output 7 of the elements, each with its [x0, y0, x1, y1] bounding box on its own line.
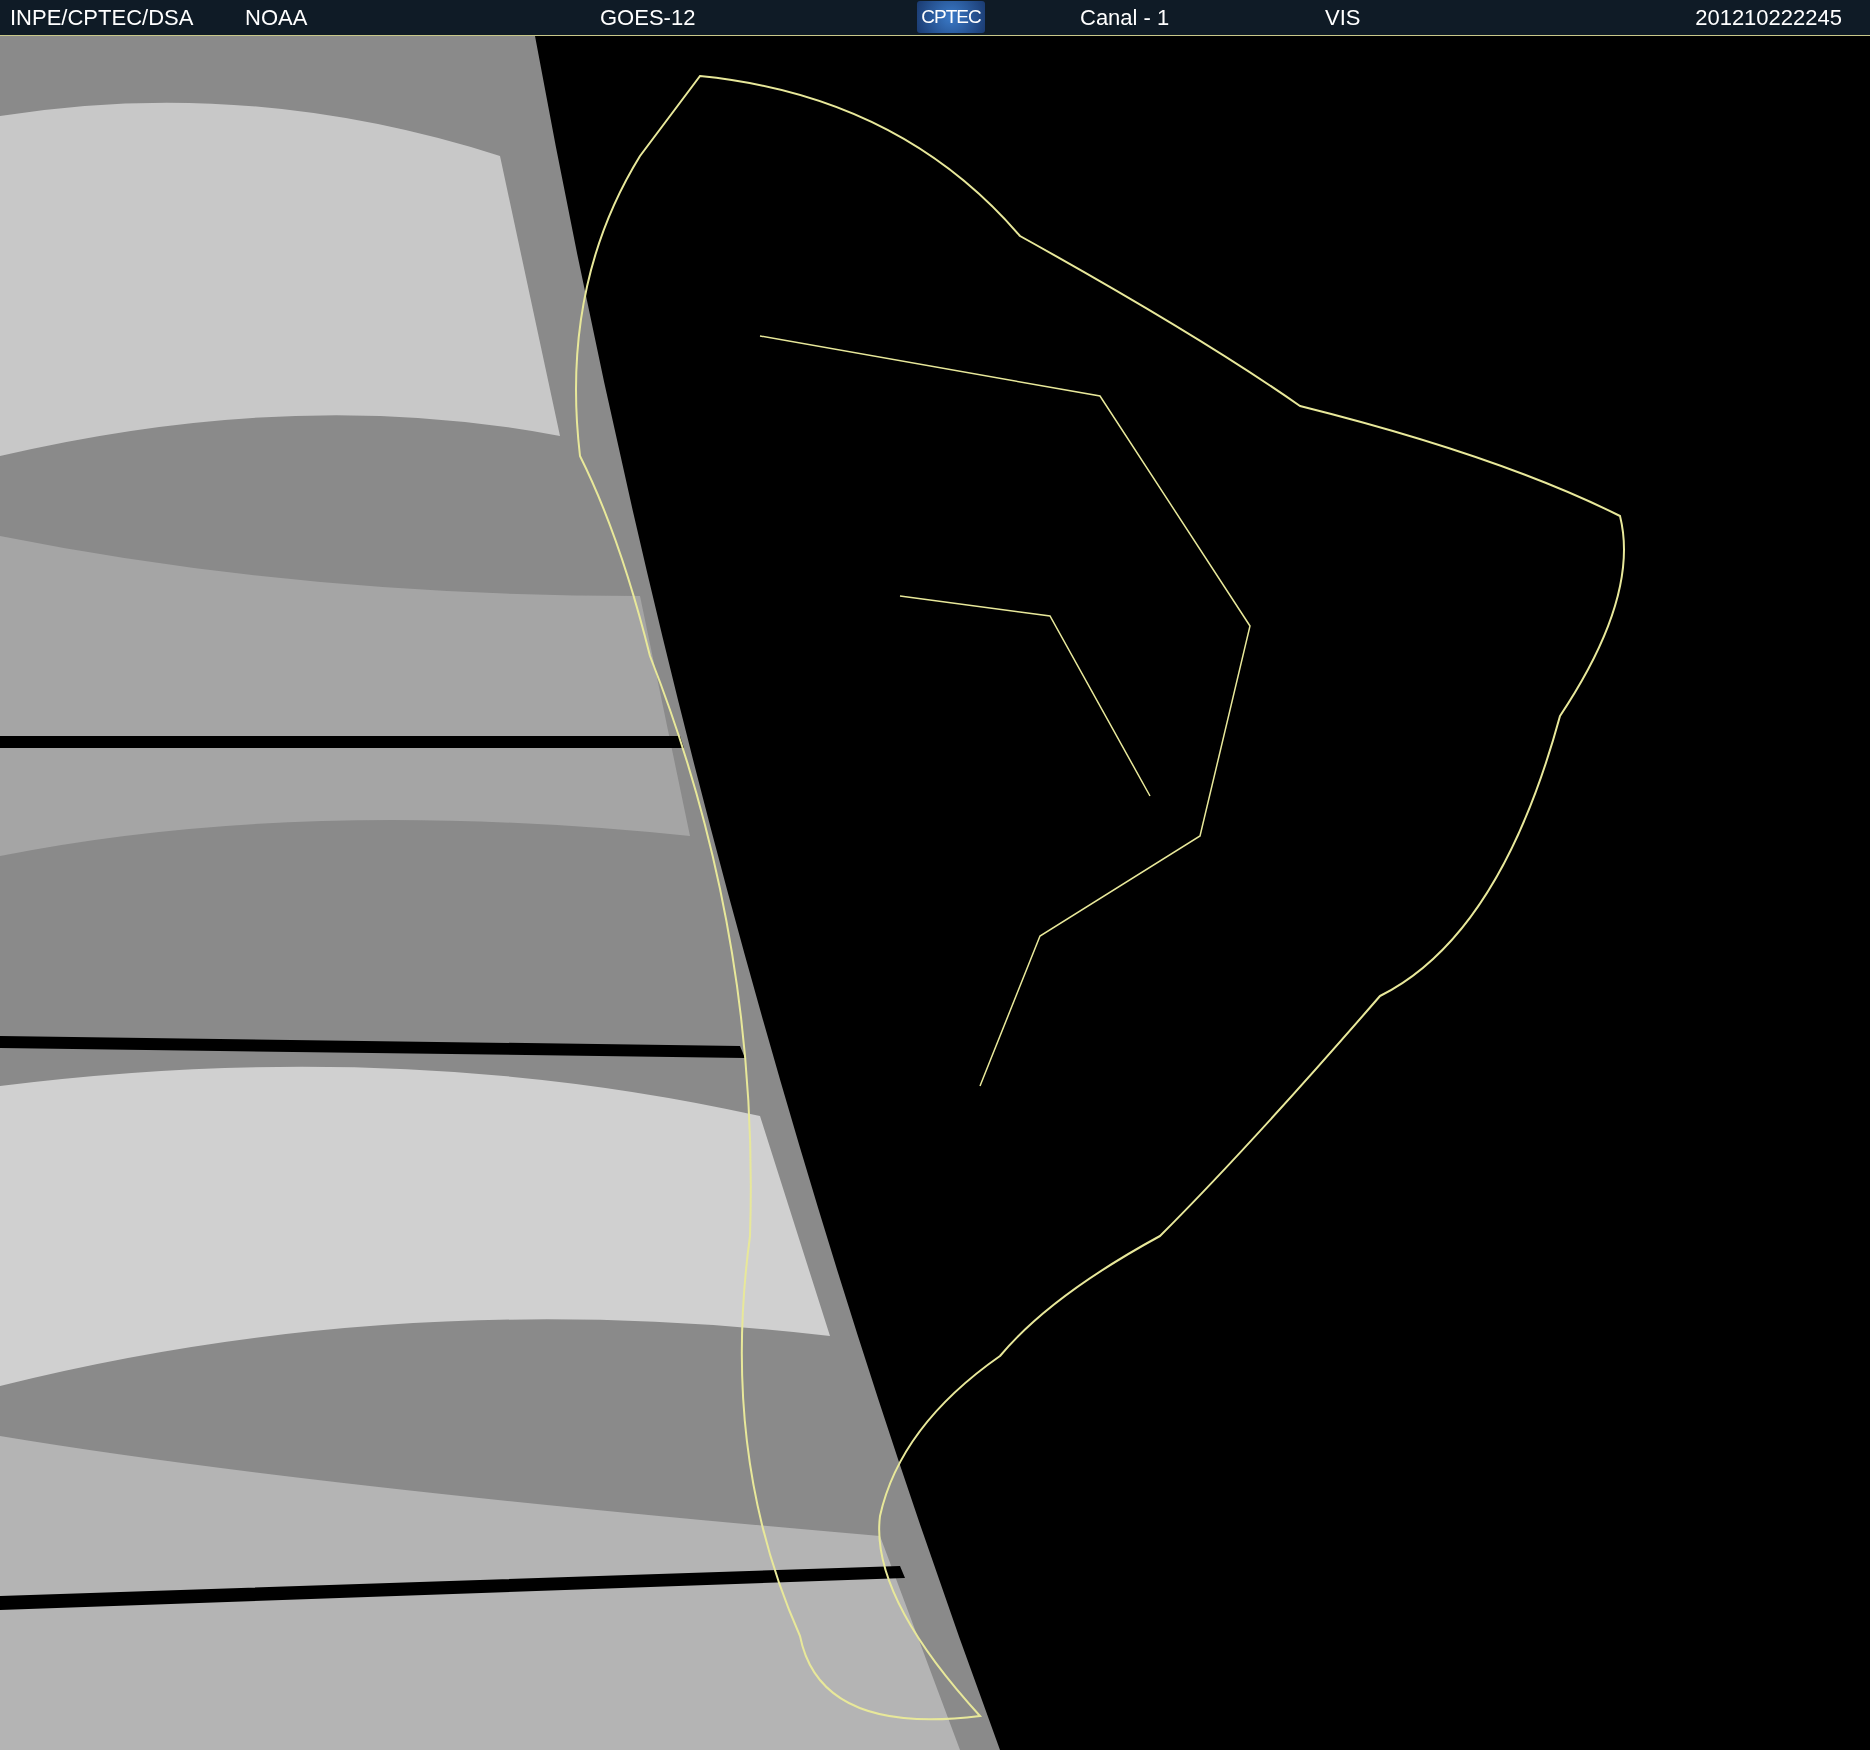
header-label: INPE/CPTEC/DSA	[10, 5, 194, 31]
header-label: NOAA	[245, 5, 308, 31]
header-label: 201210222245	[1695, 5, 1842, 31]
logo: CPTEC	[917, 1, 985, 33]
header-label: VIS	[1325, 5, 1361, 31]
header-label: GOES-12	[600, 5, 696, 31]
header-label: Canal - 1	[1080, 5, 1170, 31]
